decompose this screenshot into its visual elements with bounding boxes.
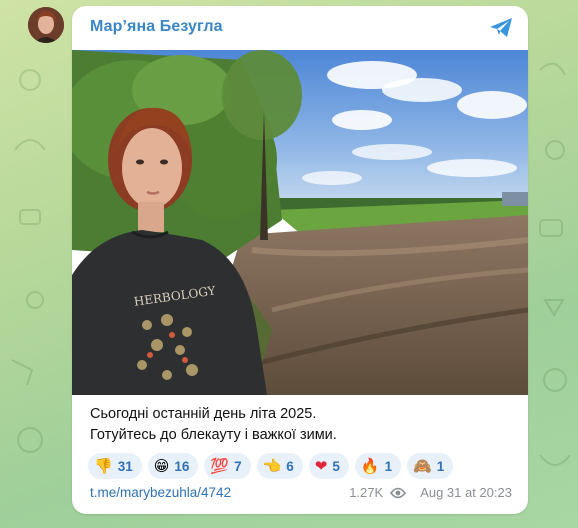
reaction-see-no-evil-monkey[interactable]: 🙈 1 xyxy=(407,453,454,479)
thumbs-down-icon: 👎 xyxy=(94,456,113,475)
reactions-bar: 👎 31 😁 16 💯 7 👈 6 ❤ 5 🔥 1 🙈 1 xyxy=(88,453,518,479)
eye-icon xyxy=(390,487,407,498)
share-icon[interactable] xyxy=(488,16,514,40)
reaction-count: 31 xyxy=(117,458,133,474)
reaction-count: 1 xyxy=(436,458,445,474)
reaction-grinning-face[interactable]: 😁 16 xyxy=(147,453,199,479)
reaction-hundred-points[interactable]: 💯 7 xyxy=(204,453,251,479)
post-header: Мар’яна Безугла xyxy=(72,6,528,50)
post-link[interactable]: t.me/marybezuhla/4742 xyxy=(90,485,231,500)
post-photo[interactable]: HERBOLOGY xyxy=(72,50,528,395)
view-count: 1.27K xyxy=(349,485,384,500)
grinning-face-icon: 😁 xyxy=(153,456,170,475)
reaction-fire[interactable]: 🔥 1 xyxy=(354,453,402,479)
reaction-red-heart[interactable]: ❤ 5 xyxy=(308,453,349,479)
reaction-thumbs-down[interactable]: 👎 31 xyxy=(88,453,142,479)
post-timestamp: Aug 31 at 20:23 xyxy=(420,485,512,500)
reaction-pointing-hand[interactable]: 👈 6 xyxy=(256,453,303,479)
caption-line-1: Сьогодні останній день літа 2025. xyxy=(90,406,317,422)
channel-name[interactable]: Мар’яна Безугла xyxy=(90,18,223,36)
caption-line-2: Готуйтесь до блекауту і важкої зими. xyxy=(90,427,337,443)
reaction-count: 5 xyxy=(332,458,340,474)
red-heart-icon: ❤ xyxy=(314,456,328,475)
reaction-count: 16 xyxy=(174,458,190,474)
see-no-evil-monkey-icon: 🙈 xyxy=(413,456,432,475)
post-meta: 1.27K Aug 31 at 20:23 xyxy=(349,485,512,500)
reaction-count: 7 xyxy=(234,458,242,474)
post-caption: Сьогодні останній день літа 2025. Готуйт… xyxy=(90,404,510,446)
fire-icon: 🔥 xyxy=(360,456,380,475)
channel-avatar[interactable] xyxy=(28,7,64,43)
hundred-points-icon: 💯 xyxy=(210,456,230,475)
pointing-hand-icon: 👈 xyxy=(262,456,282,475)
post-card: Мар’яна Безугла HERBOLOGY Сьогодні остан… xyxy=(72,6,528,514)
reaction-count: 6 xyxy=(286,458,294,474)
reaction-count: 1 xyxy=(384,458,393,474)
